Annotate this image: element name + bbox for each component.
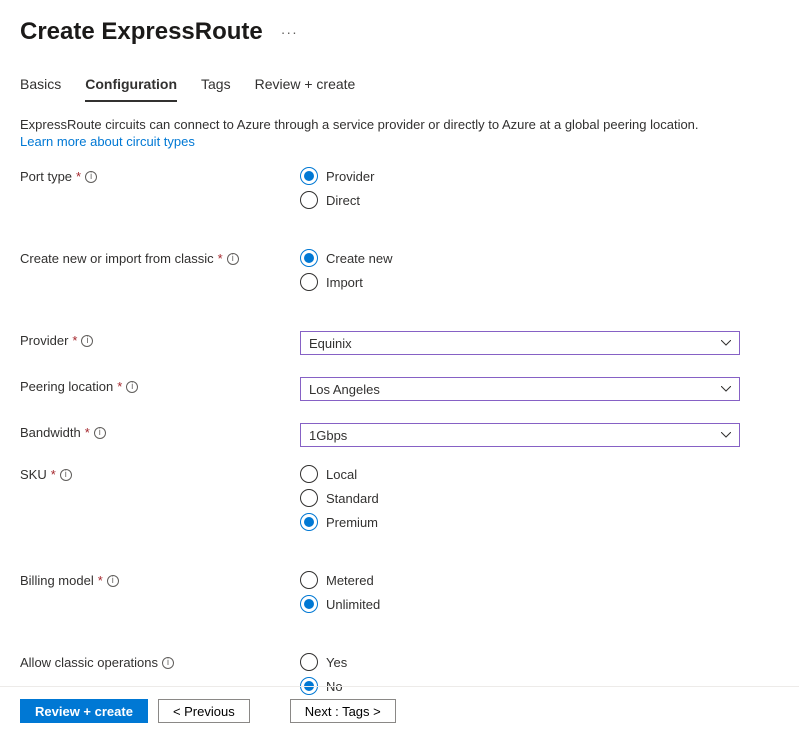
tab-configuration[interactable]: Configuration xyxy=(85,76,177,102)
required-marker: * xyxy=(72,333,77,348)
peering-location-dropdown[interactable]: Los Angeles xyxy=(300,377,740,401)
info-icon[interactable]: i xyxy=(60,469,72,481)
info-icon[interactable]: i xyxy=(85,171,97,183)
provider-value: Equinix xyxy=(309,336,352,351)
billing-metered-radio[interactable]: Metered xyxy=(300,571,740,589)
info-icon[interactable]: i xyxy=(81,335,93,347)
tab-bar: Basics Configuration Tags Review + creat… xyxy=(0,46,799,102)
create-import-radio-group: Create new Import xyxy=(300,249,740,291)
required-marker: * xyxy=(51,467,56,482)
learn-more-link[interactable]: Learn more about circuit types xyxy=(20,134,195,149)
create-import-label: Create new or import from classic xyxy=(20,251,214,266)
previous-button[interactable]: < Previous xyxy=(158,699,250,723)
tab-review[interactable]: Review + create xyxy=(255,76,356,102)
peering-location-value: Los Angeles xyxy=(309,382,380,397)
info-icon[interactable]: i xyxy=(94,427,106,439)
bandwidth-value: 1Gbps xyxy=(309,428,347,443)
peering-location-label: Peering location xyxy=(20,379,113,394)
next-button[interactable]: Next : Tags > xyxy=(290,699,396,723)
info-icon[interactable]: i xyxy=(126,381,138,393)
review-create-button[interactable]: Review + create xyxy=(20,699,148,723)
required-marker: * xyxy=(218,251,223,266)
more-icon[interactable]: ··· xyxy=(281,24,298,40)
import-radio[interactable]: Import xyxy=(300,273,740,291)
port-type-direct-radio[interactable]: Direct xyxy=(300,191,740,209)
tab-basics[interactable]: Basics xyxy=(20,76,61,102)
allow-classic-label: Allow classic operations xyxy=(20,655,158,670)
billing-model-radio-group: Metered Unlimited xyxy=(300,571,740,613)
page-title: Create ExpressRoute xyxy=(20,18,263,46)
chevron-down-icon xyxy=(721,338,731,348)
footer-bar: Review + create < Previous Next : Tags > xyxy=(0,686,799,735)
sku-standard-radio[interactable]: Standard xyxy=(300,489,740,507)
billing-model-label: Billing model xyxy=(20,573,94,588)
port-type-label: Port type xyxy=(20,169,72,184)
required-marker: * xyxy=(117,379,122,394)
sku-label: SKU xyxy=(20,467,47,482)
provider-dropdown[interactable]: Equinix xyxy=(300,331,740,355)
billing-unlimited-radio[interactable]: Unlimited xyxy=(300,595,740,613)
port-type-radio-group: Provider Direct xyxy=(300,167,740,209)
sku-premium-radio[interactable]: Premium xyxy=(300,513,740,531)
description-text: ExpressRoute circuits can connect to Azu… xyxy=(20,116,779,134)
info-icon[interactable]: i xyxy=(162,657,174,669)
info-icon[interactable]: i xyxy=(107,575,119,587)
port-type-provider-radio[interactable]: Provider xyxy=(300,167,740,185)
required-marker: * xyxy=(85,425,90,440)
tab-tags[interactable]: Tags xyxy=(201,76,231,102)
bandwidth-dropdown[interactable]: 1Gbps xyxy=(300,423,740,447)
bandwidth-label: Bandwidth xyxy=(20,425,81,440)
provider-label: Provider xyxy=(20,333,68,348)
sku-local-radio[interactable]: Local xyxy=(300,465,740,483)
chevron-down-icon xyxy=(721,384,731,394)
required-marker: * xyxy=(76,169,81,184)
sku-radio-group: Local Standard Premium xyxy=(300,465,740,531)
allow-classic-yes-radio[interactable]: Yes xyxy=(300,653,740,671)
create-new-radio[interactable]: Create new xyxy=(300,249,740,267)
chevron-down-icon xyxy=(721,430,731,440)
info-icon[interactable]: i xyxy=(227,253,239,265)
required-marker: * xyxy=(98,573,103,588)
